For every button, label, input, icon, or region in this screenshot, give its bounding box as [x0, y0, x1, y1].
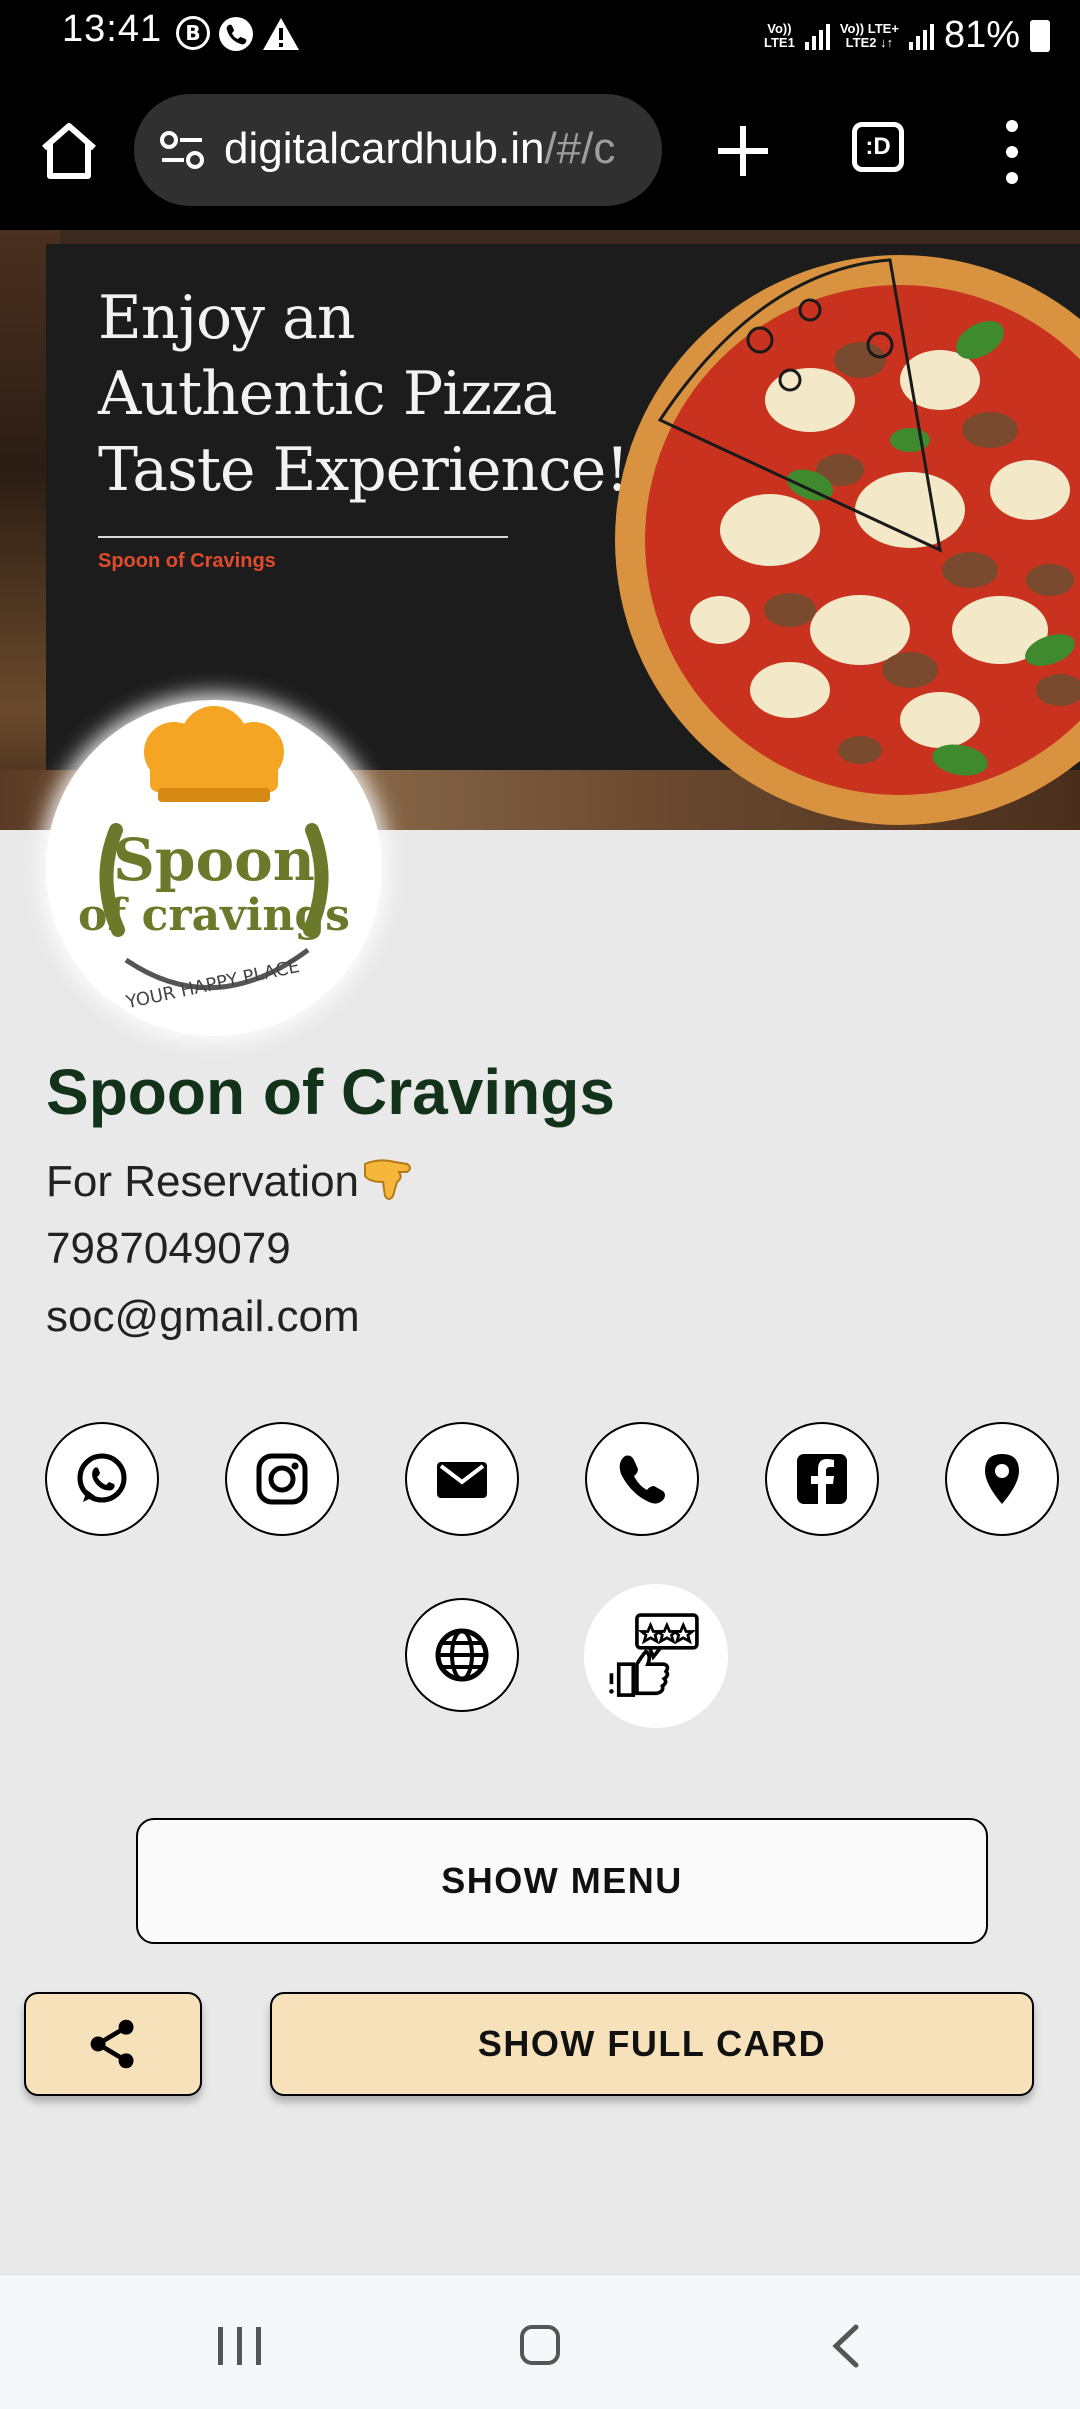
address-bar[interactable]: digitalcardhub.in/#/c: [134, 94, 662, 206]
sim2-label: Vo)) LTE+ LTE2 ↓↑: [839, 20, 899, 50]
status-time: 13:41: [62, 8, 163, 50]
new-tab-icon[interactable]: [708, 116, 778, 186]
logo-text-cravings: of cravings: [78, 890, 350, 941]
status-right-icons: Vo)) LTE1 Vo)) LTE+ LTE2 ↓↑ 81%: [764, 14, 1050, 57]
url-path: /#/c: [544, 124, 616, 173]
pointing-down-icon: [364, 1159, 411, 1200]
email-address[interactable]: soc@gmail.com: [46, 1292, 360, 1342]
phone-icon[interactable]: [585, 1422, 699, 1536]
banner-subtitle: Spoon of Cravings: [98, 550, 276, 572]
email-icon[interactable]: [405, 1422, 519, 1536]
more-menu-icon[interactable]: [994, 120, 1030, 184]
phone-notification-icon: [218, 16, 254, 56]
banner-title-line: Enjoy an: [98, 283, 356, 353]
phone-number[interactable]: 7987049079: [46, 1224, 291, 1274]
share-button[interactable]: [24, 1992, 202, 2096]
facebook-icon[interactable]: [765, 1422, 879, 1536]
battery-percent: 81%: [943, 14, 1020, 56]
status-bar: 13:41 B Vo)) LTE1 Vo)) LTE+ LTE2 ↓↑ 81%: [0, 0, 1080, 76]
banner-title: Enjoy an Authentic Pizza Taste Experienc…: [98, 280, 658, 508]
show-menu-button[interactable]: SHOW MENU: [136, 1818, 988, 1944]
url-host: digitalcardhub.in: [224, 124, 545, 173]
signal-1-icon: [804, 22, 830, 50]
system-navigation-bar: [0, 2274, 1080, 2409]
business-logo: Spoon of cravings YOUR HAPPY PLACE: [46, 700, 382, 1036]
home-icon[interactable]: [36, 118, 102, 184]
site-settings-icon[interactable]: [160, 130, 204, 170]
b-notification-icon: B: [176, 16, 210, 50]
instagram-icon[interactable]: [225, 1422, 339, 1536]
recents-icon[interactable]: [218, 2327, 261, 2365]
profile-name-block: Spoon of Cravings: [46, 1055, 615, 1129]
website-icon[interactable]: [405, 1598, 519, 1712]
banner-title-line: Taste Experience!: [98, 435, 629, 505]
banner-divider: [98, 536, 508, 538]
pizza-image: [615, 255, 1080, 825]
sim1-label: Vo)) LTE1: [764, 20, 795, 50]
show-full-card-button[interactable]: SHOW FULL CARD: [270, 1992, 1034, 2096]
reservation-line: For Reservation: [46, 1156, 415, 1207]
battery-icon: [1030, 19, 1050, 52]
browser-toolbar: digitalcardhub.in/#/c :D: [0, 76, 1080, 230]
reservation-label: For Reservation: [46, 1157, 360, 1206]
business-name: Spoon of Cravings: [46, 1056, 615, 1128]
review-icon[interactable]: [584, 1584, 728, 1728]
home-nav-icon[interactable]: [520, 2325, 560, 2365]
whatsapp-icon[interactable]: [45, 1422, 159, 1536]
share-icon: [90, 2019, 134, 2069]
logo-tagline: YOUR HAPPY PLACE: [123, 956, 301, 1013]
back-icon[interactable]: [826, 2323, 866, 2369]
signal-2-icon: [908, 22, 934, 50]
location-icon[interactable]: [945, 1422, 1059, 1536]
tab-switcher-button[interactable]: :D: [852, 122, 904, 172]
logo-text-spoon: Spoon: [113, 826, 315, 894]
url-text[interactable]: digitalcardhub.in/#/c: [224, 124, 648, 174]
status-notification-icons: B: [176, 16, 300, 56]
alert-notification-icon: [262, 16, 300, 56]
banner-title-line: Authentic Pizza: [98, 359, 557, 429]
